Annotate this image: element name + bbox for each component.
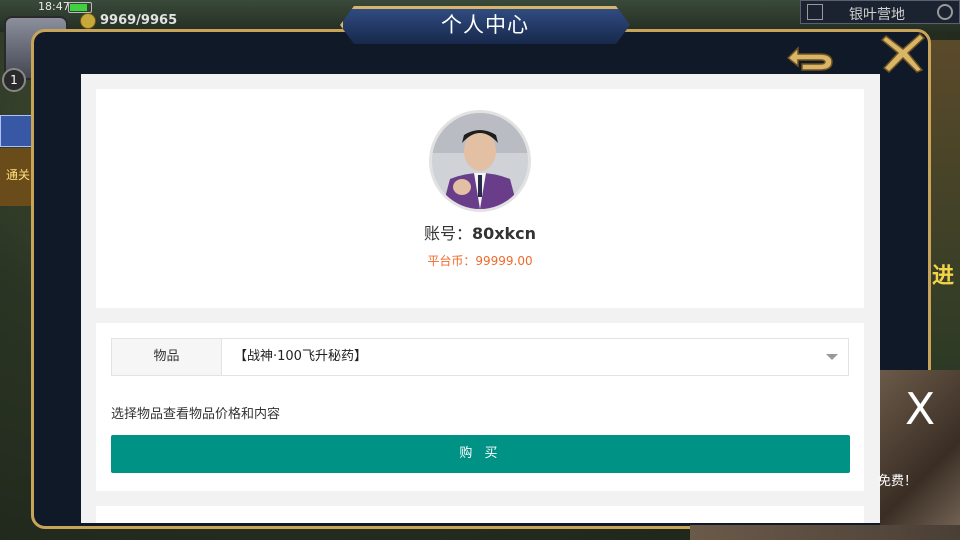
details-card bbox=[96, 506, 864, 523]
back-arrow-icon[interactable] bbox=[782, 36, 840, 74]
gold-coin-icon bbox=[80, 13, 96, 29]
gold-counter: 9969/9965 bbox=[100, 13, 178, 28]
right-hud-decoration: 进 bbox=[930, 40, 960, 370]
purchase-card: 物品 【战神·100飞升秘药】 选择物品查看物品价格和内容 购 买 bbox=[96, 323, 864, 491]
chevron-down-icon bbox=[826, 354, 838, 360]
battery-icon bbox=[68, 2, 92, 13]
content-panel: 账号：80xkcn 平台币：99999.00 物品 【战神·100飞升秘药】 选… bbox=[81, 74, 880, 523]
window-title: 个人中心 bbox=[441, 13, 529, 37]
profile-card: 账号：80xkcn 平台币：99999.00 bbox=[96, 89, 864, 308]
item-selected-value: 【战神·100飞升秘药】 bbox=[234, 349, 367, 364]
profile-photo bbox=[432, 113, 528, 209]
account-line: 账号：80xkcn bbox=[96, 220, 864, 244]
close-x-icon[interactable] bbox=[880, 32, 926, 74]
scene-name: 银叶营地 bbox=[849, 7, 905, 23]
account-value: 80xkcn bbox=[471, 224, 537, 243]
player-level-badge: 1 bbox=[2, 68, 26, 92]
profile-avatar bbox=[429, 110, 531, 212]
task-tracker[interactable]: 通关 bbox=[0, 148, 34, 206]
account-label: 账号： bbox=[423, 224, 472, 243]
item-select-row: 物品 【战神·100飞升秘药】 bbox=[111, 338, 849, 376]
ad-close-button[interactable]: X bbox=[905, 384, 935, 435]
item-select[interactable]: 【战神·100飞升秘药】 bbox=[222, 339, 848, 375]
platform-coin-value: 99999.00 bbox=[475, 254, 533, 268]
platform-coin-label: 平台币： bbox=[427, 254, 476, 268]
right-hud-text: 进 bbox=[932, 264, 955, 289]
item-hint: 选择物品查看物品价格和内容 bbox=[111, 407, 281, 422]
platform-coin-line: 平台币：99999.00 bbox=[96, 252, 864, 269]
buy-button[interactable]: 购 买 bbox=[111, 435, 850, 473]
ad-overlay-bottom[interactable] bbox=[690, 525, 960, 540]
scene-title-bar: 银叶营地 bbox=[800, 0, 960, 24]
search-icon[interactable] bbox=[937, 4, 953, 20]
item-label: 物品 bbox=[112, 339, 222, 375]
task-text: 通关 bbox=[6, 168, 31, 182]
play-icon[interactable] bbox=[807, 4, 823, 20]
clock: 18:47 bbox=[38, 0, 70, 13]
ad-free-text: 免费！ bbox=[878, 474, 918, 489]
